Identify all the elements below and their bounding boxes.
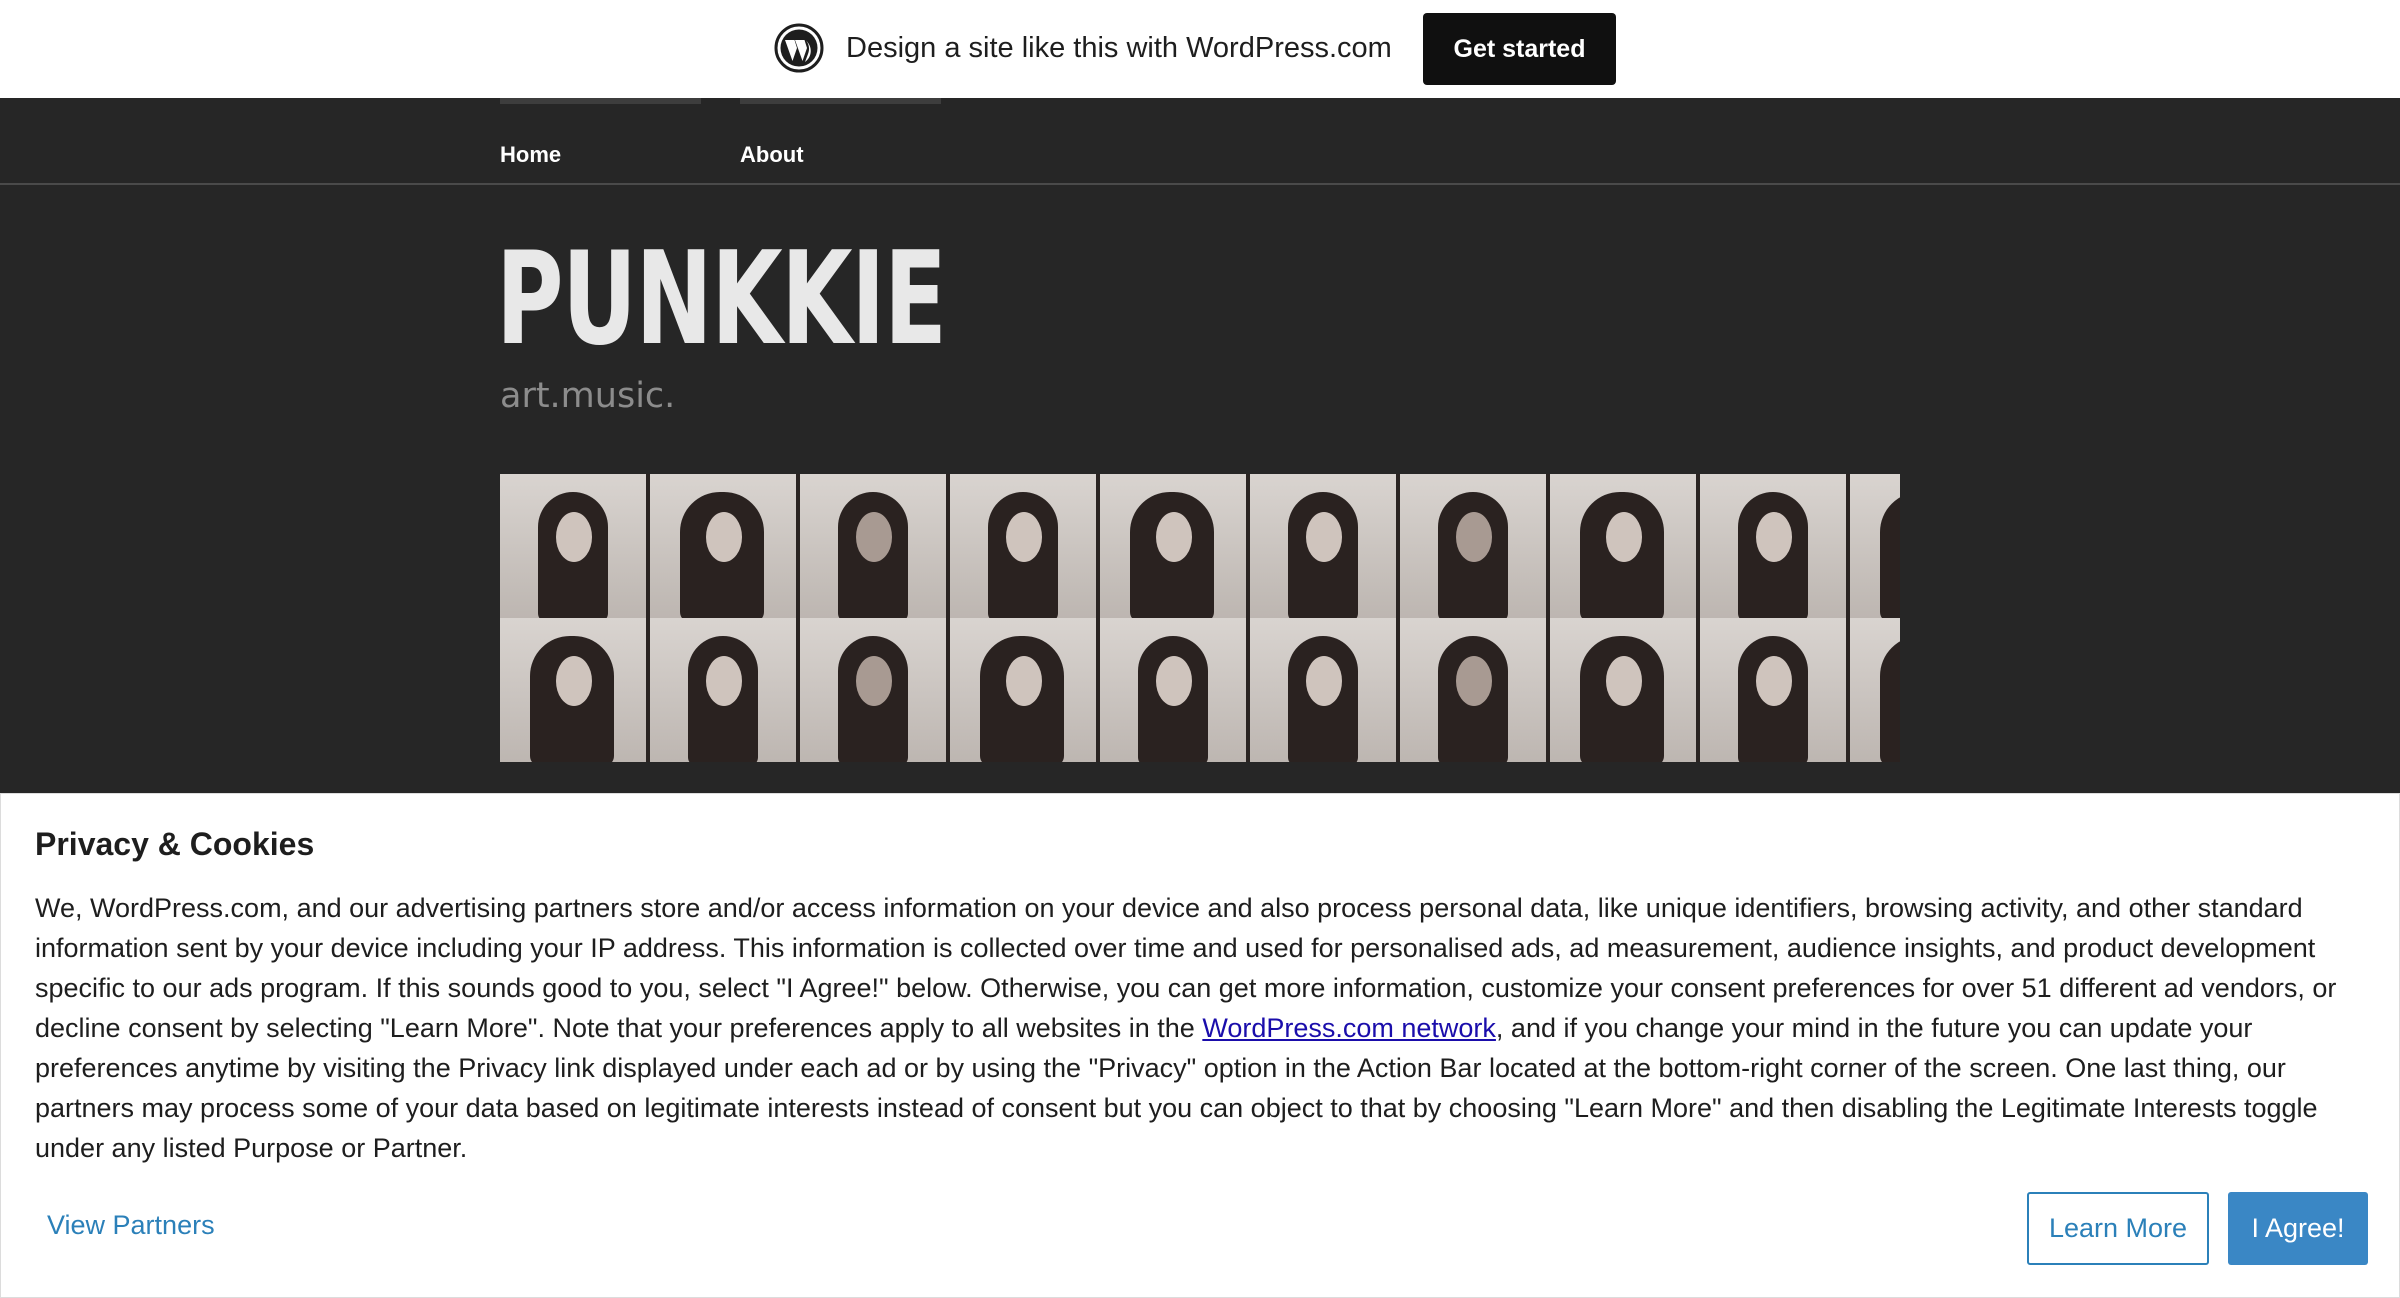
main-navigation: Home About xyxy=(0,98,2400,185)
i-agree-button[interactable]: I Agree! xyxy=(2228,1192,2368,1265)
photo-frame xyxy=(500,474,650,618)
privacy-dialog-body: We, WordPress.com, and our advertising p… xyxy=(35,888,2375,1168)
photo-frame xyxy=(1400,474,1550,618)
photo-frame xyxy=(1100,474,1250,618)
wordpress-network-link[interactable]: WordPress.com network xyxy=(1202,1013,1496,1043)
photo-frame xyxy=(1700,618,1850,762)
photo-frame xyxy=(950,618,1100,762)
privacy-cookies-dialog: Privacy & Cookies We, WordPress.com, and… xyxy=(0,793,2400,1298)
photo-frame xyxy=(1550,474,1700,618)
privacy-dialog-title: Privacy & Cookies xyxy=(35,826,315,862)
photo-frame xyxy=(800,474,950,618)
photo-frame xyxy=(1700,474,1850,618)
header-photo-strip-image xyxy=(500,474,1900,762)
nav-item-home[interactable]: Home xyxy=(500,142,561,168)
site-tagline: art.music. xyxy=(500,376,676,416)
learn-more-button[interactable]: Learn More xyxy=(2027,1192,2209,1265)
nav-item-about[interactable]: About xyxy=(740,142,804,168)
wordpress-promo-banner: Design a site like this with WordPress.c… xyxy=(0,0,2400,98)
photo-frame xyxy=(1100,618,1250,762)
photo-frame xyxy=(1400,618,1550,762)
photo-frame xyxy=(1850,474,1900,618)
banner-text: Design a site like this with WordPress.c… xyxy=(846,32,1392,64)
photo-frame xyxy=(1550,618,1700,762)
get-started-button[interactable]: Get started xyxy=(1423,13,1616,85)
wordpress-logo-icon[interactable] xyxy=(774,23,824,73)
photo-frame xyxy=(1850,618,1900,762)
photo-frame xyxy=(1250,618,1400,762)
photo-frame xyxy=(650,618,800,762)
photo-frame xyxy=(1250,474,1400,618)
photo-frame xyxy=(800,618,950,762)
view-partners-link[interactable]: View Partners xyxy=(47,1210,215,1241)
photo-frame xyxy=(950,474,1100,618)
site-title[interactable]: PUNKKIE xyxy=(496,232,947,368)
photo-frame xyxy=(500,618,650,762)
photo-frame xyxy=(650,474,800,618)
